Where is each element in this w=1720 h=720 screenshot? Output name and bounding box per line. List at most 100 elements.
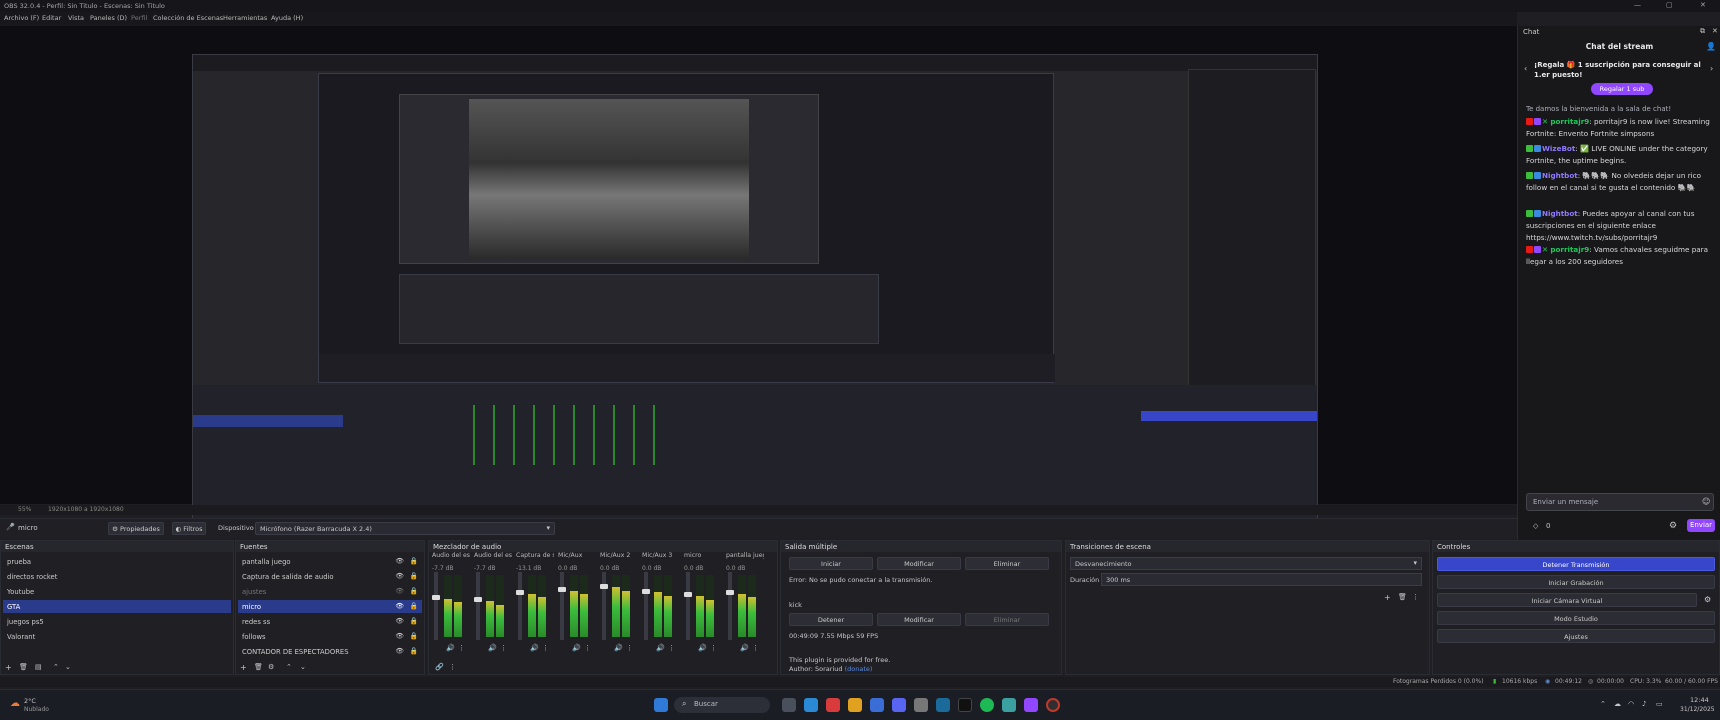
chat-username[interactable]: porritajr9: [1550, 117, 1589, 126]
gift-sub-button[interactable]: Regalar 1 sub: [1591, 83, 1653, 95]
menu-dots-icon[interactable]: ⋮: [449, 663, 456, 671]
minimize-icon[interactable]: —: [1634, 1, 1641, 9]
twitch-icon[interactable]: [1024, 698, 1038, 712]
lock-icon[interactable]: 🔒: [410, 632, 418, 640]
filter-icon[interactable]: ▤: [35, 663, 42, 671]
zoom-level[interactable]: 55%: [18, 506, 31, 513]
source-item[interactable]: CONTADOR DE ESPECTADORES 👁 🔒: [238, 645, 422, 658]
move-down-icon[interactable]: ⌄: [300, 663, 306, 671]
channel-menu-icon[interactable]: ⋮: [500, 644, 507, 652]
volume-slider-handle[interactable]: [642, 588, 650, 594]
menu-scene-collection[interactable]: Colección de Escenas: [153, 14, 223, 22]
source-item[interactable]: follows 👁 🔒: [238, 630, 422, 643]
channel-menu-icon[interactable]: ⋮: [584, 644, 591, 652]
lock-icon[interactable]: 🔒: [410, 572, 418, 580]
move-up-icon[interactable]: ⌃: [53, 663, 59, 671]
chat-username[interactable]: porritajr9: [1550, 245, 1589, 254]
channel-points-icon[interactable]: ◇: [1533, 522, 1538, 530]
gear-icon[interactable]: ⚙: [268, 663, 274, 671]
delete-button[interactable]: Eliminar: [965, 557, 1049, 570]
source-item[interactable]: redes ss 👁 🔒: [238, 615, 422, 628]
virtual-camera-button[interactable]: Iniciar Cámara Virtual: [1437, 593, 1697, 607]
task-view-icon[interactable]: [782, 698, 796, 712]
volume-slider[interactable]: [558, 572, 566, 640]
lock-icon[interactable]: 🔒: [410, 617, 418, 625]
clock-date[interactable]: 31/12/2025: [1680, 706, 1715, 713]
trash-icon[interactable]: 🗑: [254, 663, 263, 671]
properties-button[interactable]: ⚙ Propiedades: [108, 522, 164, 535]
scene-item[interactable]: juegos ps5: [3, 615, 231, 628]
chat-send-button[interactable]: Enviar: [1687, 519, 1715, 532]
menu-dots-icon[interactable]: ⋮: [1412, 593, 1419, 601]
add-icon[interactable]: +: [1384, 593, 1391, 602]
menu-view[interactable]: Vista: [68, 14, 84, 22]
volume-slider[interactable]: [684, 572, 692, 640]
tiktok-icon[interactable]: [958, 698, 972, 712]
device-select[interactable]: Micrófono (Razer Barracuda X 2.4) ▾: [255, 522, 555, 535]
lock-icon[interactable]: 🔒: [410, 602, 418, 610]
windows-start-icon[interactable]: [654, 698, 668, 712]
app-icon[interactable]: [1002, 698, 1016, 712]
modify-button-2[interactable]: Modificar: [877, 613, 961, 626]
speaker-icon[interactable]: 🔊: [446, 644, 455, 652]
volume-slider-handle[interactable]: [558, 587, 566, 592]
spotify-icon[interactable]: [980, 698, 994, 712]
speaker-icon[interactable]: 🔊: [530, 644, 539, 652]
speaker-icon[interactable]: 🔊: [740, 644, 749, 652]
menu-file[interactable]: Archivo (F): [4, 14, 39, 22]
close-chat-icon[interactable]: ✕: [1712, 27, 1718, 35]
chat-settings-icon[interactable]: ⚙: [1669, 521, 1677, 531]
add-icon[interactable]: +: [240, 663, 247, 672]
eye-icon[interactable]: 👁: [395, 617, 404, 625]
menu-tools[interactable]: Herramientas: [223, 14, 267, 22]
volume-slider-handle[interactable]: [474, 597, 482, 603]
cloud-icon[interactable]: ☁: [1614, 700, 1621, 708]
speaker-icon[interactable]: 🔊: [698, 644, 707, 652]
modify-button[interactable]: Modificar: [877, 557, 961, 570]
maximize-icon[interactable]: ▢: [1666, 1, 1673, 9]
start-recording-button[interactable]: Iniciar Grabación: [1437, 575, 1715, 589]
stop-stream-button[interactable]: Detener Transmisión: [1437, 557, 1715, 571]
start-button[interactable]: Iniciar: [789, 557, 873, 570]
chat-username[interactable]: Nightbot: [1542, 209, 1578, 218]
volume-slider[interactable]: [600, 572, 608, 640]
menu-docks[interactable]: Paneles (D): [90, 14, 127, 22]
chat-username[interactable]: WizeBot: [1542, 144, 1575, 153]
eye-icon[interactable]: 👁: [395, 572, 404, 580]
stop-button[interactable]: Detener: [789, 613, 873, 626]
lock-icon[interactable]: 🔒: [410, 647, 418, 655]
scene-item[interactable]: prueba: [3, 555, 231, 568]
menu-help[interactable]: Ayuda (H): [271, 14, 303, 22]
link-icon[interactable]: 🔗: [435, 663, 444, 671]
channel-menu-icon[interactable]: ⋮: [542, 644, 549, 652]
channel-menu-icon[interactable]: ⋮: [626, 644, 633, 652]
move-down-icon[interactable]: ⌄: [65, 663, 71, 671]
source-item-selected[interactable]: micro 👁 🔒: [238, 600, 422, 613]
prev-arrow-icon[interactable]: ‹: [1524, 64, 1527, 73]
scene-item-selected[interactable]: GTA: [3, 600, 231, 613]
lock-icon[interactable]: 🔒: [410, 557, 418, 565]
speaker-icon[interactable]: 🔊: [614, 644, 623, 652]
scene-item[interactable]: Youtube: [3, 585, 231, 598]
edge-icon[interactable]: [804, 698, 818, 712]
settings-button[interactable]: Ajustes: [1437, 629, 1715, 643]
eye-icon[interactable]: 👁: [395, 632, 404, 640]
eye-icon[interactable]: 👁: [395, 647, 404, 655]
chat-username[interactable]: Nightbot: [1542, 171, 1578, 180]
steam-icon[interactable]: [936, 698, 950, 712]
next-arrow-icon[interactable]: ›: [1710, 64, 1713, 73]
volume-slider-handle[interactable]: [684, 592, 692, 598]
studio-mode-button[interactable]: Modo Estudio: [1437, 611, 1715, 625]
gear-icon[interactable]: ⚙: [1704, 595, 1711, 604]
close-icon[interactable]: ✕: [1700, 1, 1706, 9]
users-icon[interactable]: 👤: [1706, 42, 1716, 51]
store-icon[interactable]: [870, 698, 884, 712]
volume-slider[interactable]: [726, 572, 734, 640]
donate-link[interactable]: (donate): [845, 665, 873, 673]
channel-menu-icon[interactable]: ⋮: [668, 644, 675, 652]
move-up-icon[interactable]: ⌃: [286, 663, 292, 671]
volume-slider[interactable]: [516, 572, 524, 640]
add-icon[interactable]: +: [5, 663, 12, 672]
source-item[interactable]: Captura de salida de audio 👁 🔒: [238, 570, 422, 583]
scene-item[interactable]: directos rocket: [3, 570, 231, 583]
